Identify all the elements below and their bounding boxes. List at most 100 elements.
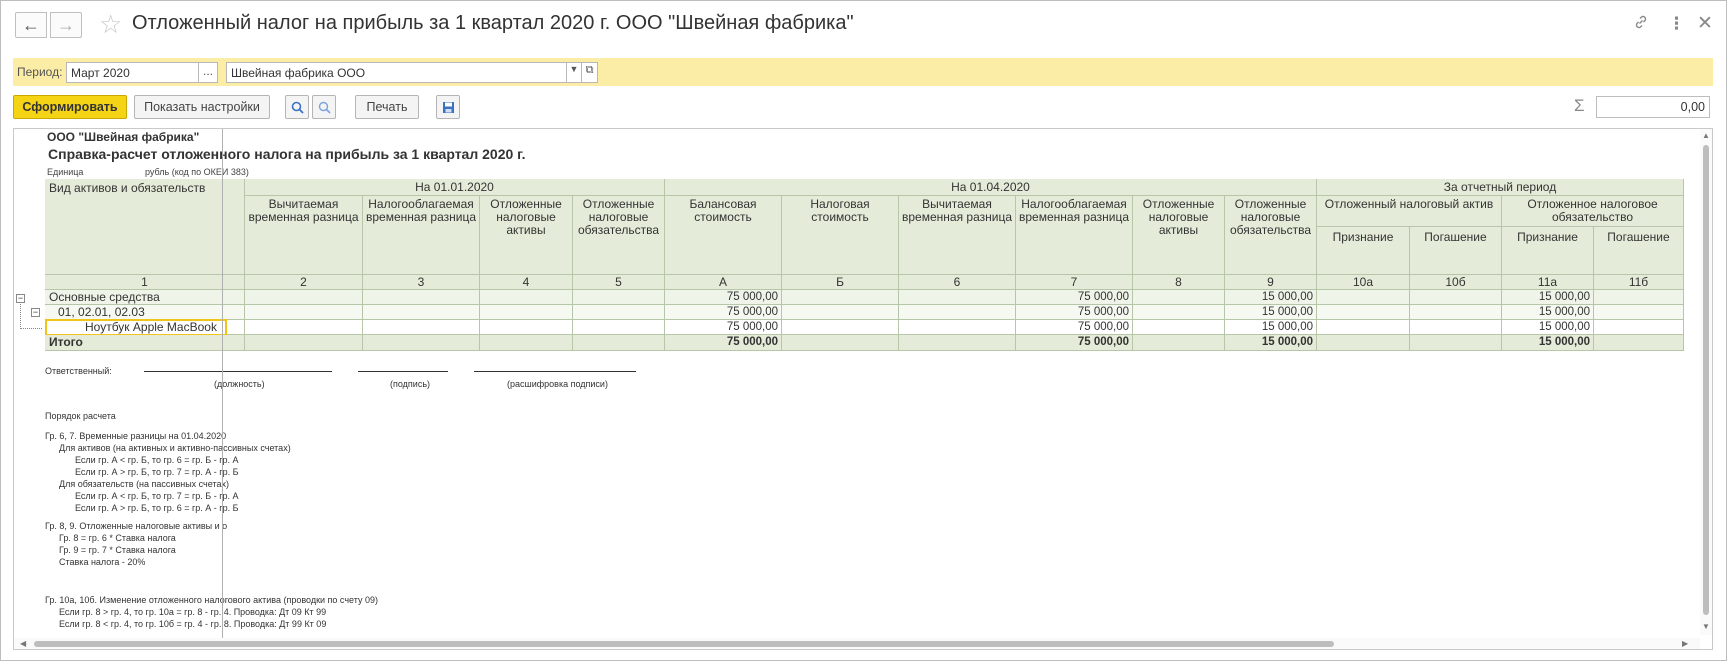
- table-cell: [899, 320, 1016, 335]
- forward-button[interactable]: →: [50, 12, 82, 38]
- calc-note: Ставка налога - 20%: [59, 557, 146, 567]
- table-cell: [1133, 305, 1225, 320]
- table-cell: [782, 335, 899, 351]
- scroll-up-icon[interactable]: ▲: [1702, 131, 1710, 140]
- horizontal-scrollbar[interactable]: ◀ ▶: [14, 638, 1700, 649]
- responsible-label: Ответственный:: [45, 366, 112, 376]
- period-bar: Период: Март 2020 ... Швейная фабрика ОО…: [13, 58, 1713, 86]
- tree-line: [20, 304, 21, 329]
- collapse-icon[interactable]: −: [31, 308, 40, 317]
- cell-book-value: 75 000,00: [665, 290, 782, 305]
- close-icon[interactable]: ✕: [1697, 12, 1713, 35]
- decoding-caption: (расшифровка подписи): [507, 379, 608, 389]
- frozen-column-divider: [222, 129, 223, 649]
- vertical-scroll-thumb[interactable]: [1703, 145, 1709, 615]
- scroll-left-icon[interactable]: ◀: [20, 639, 26, 648]
- header-taxable-jan: Налогооблагаемая временная разница: [363, 196, 480, 275]
- organization-input[interactable]: Швейная фабрика ООО: [226, 62, 568, 83]
- more-vertical-icon[interactable]: ⋮: [1668, 14, 1685, 34]
- table-cell: [480, 305, 573, 320]
- col-num-10b: 10б: [1410, 275, 1502, 290]
- group-header-apr: На 01.04.2020: [665, 179, 1317, 196]
- calc-note: Если гр. 8 > гр. 4, то гр. 10а = гр. 8 -…: [59, 607, 327, 617]
- table-cell: [899, 335, 1016, 351]
- col-num-1: 1: [45, 275, 245, 290]
- unit-value: рубль (код по ОКЕИ 383): [145, 167, 249, 177]
- calc-note: Гр. 10а, 10б. Изменение отложенного нало…: [45, 595, 378, 605]
- header-taxable-apr: Налогооблагаемая временная разница: [1016, 196, 1133, 275]
- calc-note: Для обязательств (на пассивных счетах): [59, 479, 229, 489]
- header-book-value: Балансовая стоимость: [665, 196, 782, 275]
- page-title: Отложенный налог на прибыль за 1 квартал…: [132, 12, 854, 34]
- star-icon[interactable]: ☆: [99, 10, 122, 38]
- calc-note: Если гр. А > гр. Б, то гр. 6 = гр. А - г…: [75, 503, 239, 513]
- table-cell: [1133, 290, 1225, 305]
- cell-book-value: 75 000,00: [665, 320, 782, 335]
- table-cell: [1317, 320, 1410, 335]
- col-num-a: А: [665, 275, 782, 290]
- show-settings-button[interactable]: Показать настройки: [134, 95, 270, 119]
- print-button[interactable]: Печать: [355, 95, 419, 119]
- table-cell: [782, 290, 899, 305]
- table-cell: [573, 335, 665, 351]
- col-num-6: 6: [899, 275, 1016, 290]
- vertical-scrollbar[interactable]: ▲ ▼: [1700, 129, 1712, 635]
- sigma-icon: Σ: [1574, 96, 1585, 115]
- table-cell: [899, 305, 1016, 320]
- collapse-icon[interactable]: −: [16, 294, 25, 303]
- row-label-fixed-assets[interactable]: Основные средства: [45, 290, 245, 305]
- table-cell: [1594, 305, 1684, 320]
- cell-taxable-apr: 75 000,00: [1016, 290, 1133, 305]
- search-icon[interactable]: [285, 95, 309, 119]
- table-cell: [1410, 305, 1502, 320]
- cell-recognition-liability: 15 000,00: [1502, 290, 1594, 305]
- period-select-button[interactable]: ...: [198, 62, 218, 83]
- column-header-kind: Вид активов и обязательств: [45, 179, 245, 275]
- table-cell: [1594, 320, 1684, 335]
- back-button[interactable]: ←: [15, 12, 47, 38]
- tree-line: [20, 328, 42, 329]
- scroll-down-icon[interactable]: ▼: [1702, 622, 1710, 631]
- generate-button[interactable]: Сформировать: [13, 95, 127, 119]
- total-recognition-liability: 15 000,00: [1502, 335, 1594, 351]
- decoding-line: [474, 371, 636, 372]
- table-cell: [245, 290, 363, 305]
- scroll-right-icon[interactable]: ▶: [1682, 639, 1688, 648]
- header-deferred-liability: Отложенное налоговое обязательство: [1502, 196, 1684, 227]
- cell-taxable-apr: 75 000,00: [1016, 320, 1133, 335]
- cell-taxable-apr: 75 000,00: [1016, 305, 1133, 320]
- link-icon[interactable]: [1633, 14, 1649, 35]
- table-cell: [245, 335, 363, 351]
- calc-note: Гр. 6, 7. Временные разницы на 01.04.202…: [45, 431, 227, 441]
- table-cell: [573, 290, 665, 305]
- row-label-laptop[interactable]: Ноутбук Apple MacBook: [45, 320, 245, 335]
- forward-arrow-icon: →: [57, 14, 75, 35]
- report-window: ← → ☆ Отложенный налог на прибыль за 1 к…: [0, 0, 1727, 661]
- header-deferred-asset: Отложенный налоговый актив: [1317, 196, 1502, 227]
- table-cell: [363, 290, 480, 305]
- group-header-jan: На 01.01.2020: [245, 179, 665, 196]
- table-cell: [1410, 335, 1502, 351]
- search-cancel-icon[interactable]: [312, 95, 336, 119]
- back-arrow-icon: ←: [22, 14, 40, 35]
- total-book-value: 75 000,00: [665, 335, 782, 351]
- calc-note: Для активов (на активных и активно-пасси…: [59, 443, 291, 453]
- open-organization-icon[interactable]: ⧉: [581, 62, 598, 83]
- header-deductible-apr: Вычитаемая временная разница: [899, 196, 1016, 275]
- header-recognition-liability: Признание: [1502, 227, 1594, 275]
- calc-note: Если гр. А > гр. Б, то гр. 7 = гр. А - г…: [75, 467, 239, 477]
- table-cell: [1317, 305, 1410, 320]
- save-icon[interactable]: [436, 95, 460, 119]
- chevron-down-icon[interactable]: ▼: [566, 62, 582, 83]
- row-label-accounts[interactable]: 01, 02.01, 02.03: [45, 305, 245, 320]
- table-cell: [573, 320, 665, 335]
- table-cell: [480, 290, 573, 305]
- period-input[interactable]: Март 2020: [66, 62, 200, 83]
- horizontal-scroll-thumb[interactable]: [34, 641, 1334, 647]
- cell-liabilities-apr: 15 000,00: [1225, 305, 1317, 320]
- signature-line: [358, 371, 448, 372]
- table-cell: [899, 290, 1016, 305]
- header-repayment-asset: Погашение: [1410, 227, 1502, 275]
- table-cell: [363, 305, 480, 320]
- table-cell: [480, 335, 573, 351]
